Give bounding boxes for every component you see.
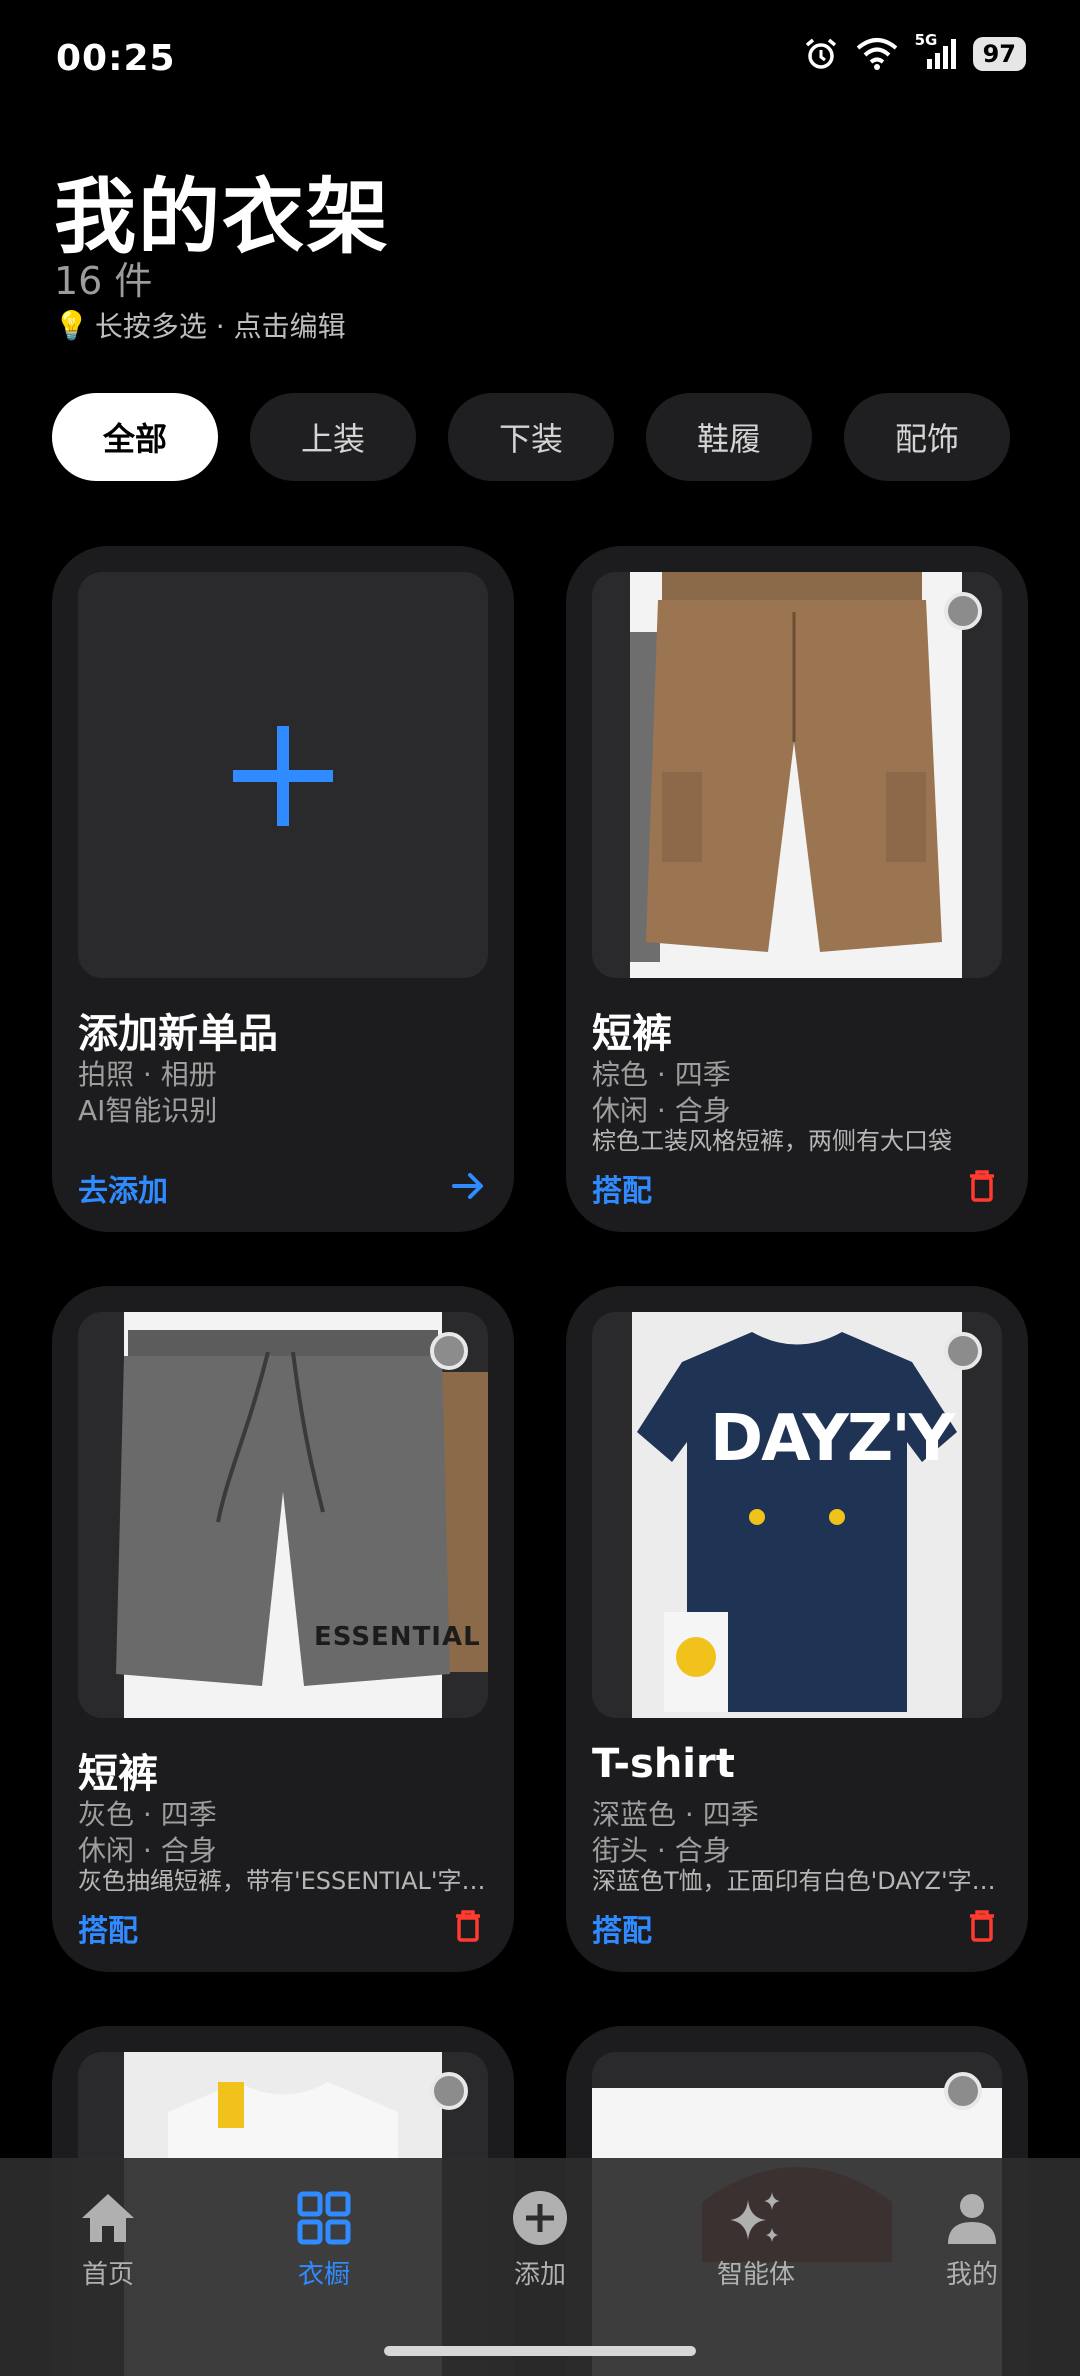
card-detail-line: 灰色 · 四季 [78,1798,217,1831]
nav-profile[interactable]: 我的 [864,2158,1080,2376]
status-bar: 00:25 5G 97 [0,0,1080,120]
nav-label: 智能体 [716,2260,795,2290]
status-time: 00:25 [56,38,176,79]
add-item-card[interactable]: 添加新单品 拍照 · 相册 AI智能识别 去添加 [52,546,514,1232]
category-filter: 全部 上装 下装 鞋履 配饰 [52,393,1010,481]
item-count: 16 件 [54,259,153,303]
clothing-print: DAYZ'Y [710,1402,955,1476]
nav-label: 衣橱 [297,2260,350,2290]
nav-label: 首页 [81,2260,134,2290]
card-description: 棕色工装风格短裤，两侧有大口袋 [592,1127,952,1155]
card-title: T-shirt [592,1741,735,1787]
card-detail-line: AI智能识别 [78,1094,218,1127]
clothing-card[interactable]: 短裤 棕色 · 四季 休闲 · 合身 棕色工装风格短裤，两侧有大口袋 搭配 [566,546,1028,1232]
hint-text: 💡 长按多选 · 点击编辑 [54,305,346,345]
home-icon [82,2194,134,2242]
card-title: 短裤 [78,1751,158,1797]
clothing-image [592,572,1002,978]
match-outfit-button[interactable]: 搭配 [78,1906,138,1950]
hint-label: 长按多选 · 点击编辑 [94,310,346,343]
card-title: 添加新单品 [78,1011,278,1057]
filter-chip-all[interactable]: 全部 [52,393,218,481]
home-indicator[interactable] [384,2346,696,2356]
select-checkbox[interactable] [430,2072,468,2110]
cellular-signal-icon: 5G [915,31,957,71]
match-outfit-button[interactable]: 搭配 [592,1166,652,1210]
filter-chip-shoes[interactable]: 鞋履 [646,393,812,481]
card-detail-line: 拍照 · 相册 [78,1058,217,1091]
add-item-placeholder[interactable] [78,572,488,978]
trash-icon[interactable] [962,1166,1002,1206]
lightbulb-icon: 💡 [54,308,89,342]
select-checkbox[interactable] [944,2072,982,2110]
trash-icon[interactable] [448,1906,488,1946]
filter-chip-bottoms[interactable]: 下装 [448,393,614,481]
wifi-icon [856,38,897,70]
nav-agent[interactable]: 智能体 [648,2158,864,2376]
clothing-card[interactable]: ESSENTIAL 短裤 灰色 · 四季 休闲 · 合身 灰色抽绳短裤，带有'E… [52,1286,514,1972]
clothing-image: DAYZ'Y [592,1312,1002,1718]
card-description: 灰色抽绳短裤，带有'ESSENTIAL'字样的标志 [78,1867,488,1895]
plus-circle-icon [513,2191,567,2245]
card-detail-line: 深蓝色 · 四季 [592,1798,759,1831]
card-detail-line: 棕色 · 四季 [592,1058,731,1091]
select-checkbox[interactable] [944,592,982,630]
card-title: 短裤 [592,1011,672,1057]
clothing-print: ESSENTIAL [314,1622,481,1652]
arrow-right-icon[interactable] [448,1166,488,1206]
filter-chip-accessories[interactable]: 配饰 [844,393,1010,481]
clothing-card[interactable]: DAYZ'Y T-shirt 深蓝色 · 四季 街头 · 合身 深蓝色T恤，正面… [566,1286,1028,1972]
sparkle-icon [730,2192,780,2242]
battery-indicator: 97 [972,37,1026,71]
match-outfit-button[interactable]: 搭配 [592,1906,652,1950]
filter-chip-tops[interactable]: 上装 [250,393,416,481]
nav-label: 我的 [945,2260,998,2290]
grid-icon [297,2191,351,2245]
person-icon [948,2194,996,2244]
nav-wardrobe[interactable]: 衣橱 [216,2158,432,2376]
plus-icon [233,726,333,826]
select-checkbox[interactable] [430,1332,468,1370]
nav-home[interactable]: 首页 [0,2158,216,2376]
go-add-button[interactable]: 去添加 [78,1166,168,1210]
clothing-image: ESSENTIAL [78,1312,488,1718]
select-checkbox[interactable] [944,1332,982,1370]
trash-icon[interactable] [962,1906,1002,1946]
nav-add[interactable]: 添加 [432,2158,648,2376]
nav-label: 添加 [513,2260,566,2290]
bottom-nav: 首页 衣橱 添加 智能体 我的 [0,2158,1080,2376]
status-icons: 5G 97 [803,31,1026,72]
alarm-icon [805,38,836,69]
card-description: 深蓝色T恤，正面印有白色'DAYZ'字样图案 [592,1867,1002,1895]
